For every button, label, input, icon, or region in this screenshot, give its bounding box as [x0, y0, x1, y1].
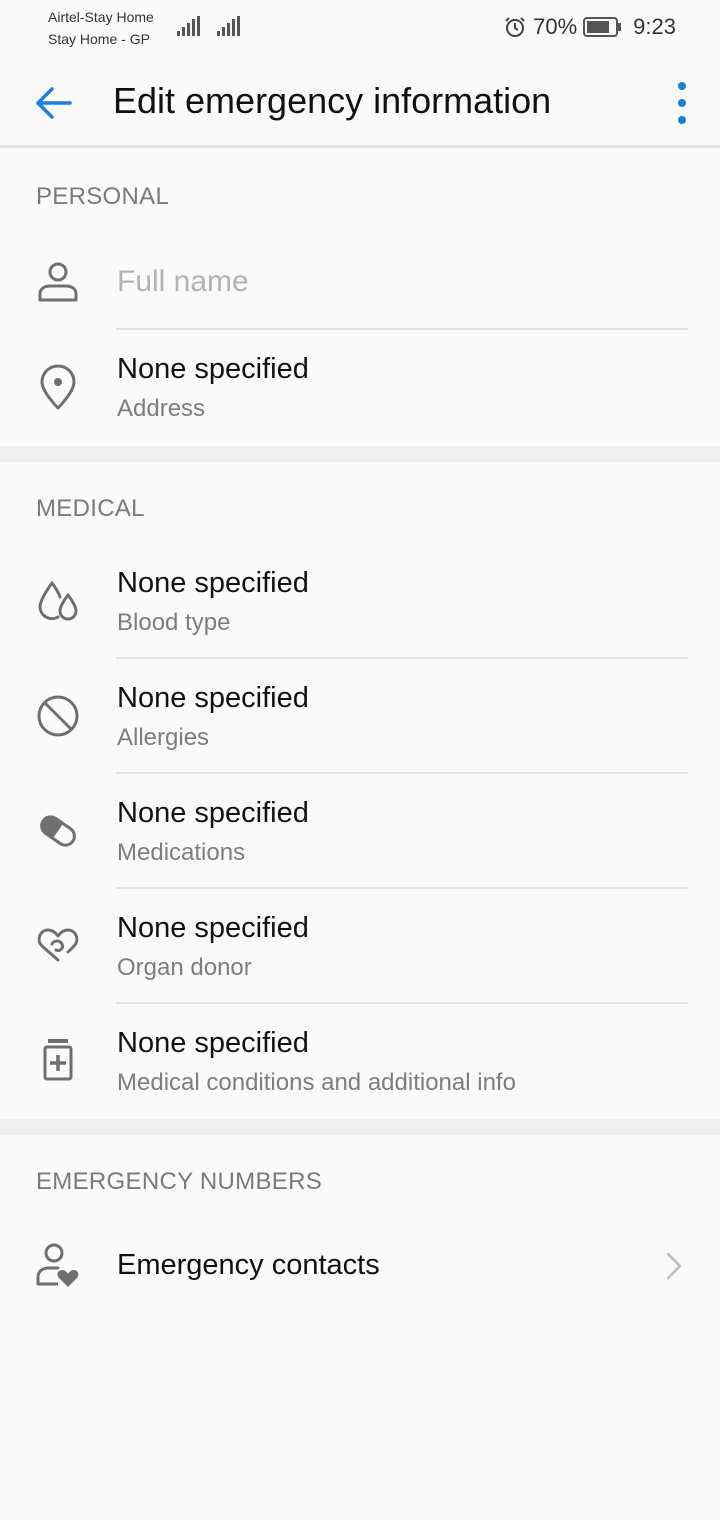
medical-conditions-value: None specified [117, 1027, 309, 1059]
signal-icon [177, 16, 200, 36]
status-bar: Airtel-Stay Home Stay Home - GP 70% 9:23 [0, 0, 720, 56]
medications-value: None specified [117, 797, 309, 829]
blood-type-label: Blood type [117, 609, 231, 636]
chevron-right-icon [666, 1252, 682, 1280]
divider [116, 1002, 688, 1004]
divider [116, 657, 688, 659]
section-header-emergency-numbers: EMERGENCY NUMBERS [36, 1168, 323, 1195]
divider [116, 772, 688, 774]
blood-type-row[interactable]: None specified Blood type [0, 555, 720, 655]
organ-donor-row[interactable]: None specified Organ donor [0, 900, 720, 1000]
medicine-bottle-icon [43, 1039, 73, 1081]
contact-heart-icon [36, 1243, 79, 1287]
battery-icon [583, 17, 622, 37]
allergies-row[interactable]: None specified Allergies [0, 670, 720, 770]
battery-percent: 70% [533, 14, 578, 39]
alarm-icon [505, 17, 525, 37]
arrow-left-icon[interactable] [30, 78, 80, 128]
divider [116, 328, 688, 330]
prohibited-icon [37, 695, 79, 737]
clock-time: 9:23 [633, 14, 676, 39]
heart-hand-icon [37, 928, 79, 962]
person-icon [38, 262, 78, 302]
address-label: Address [117, 395, 206, 422]
emergency-contacts-row[interactable]: Emergency contacts [0, 1225, 720, 1309]
full-name-row[interactable]: Full name [0, 240, 720, 328]
full-name-input[interactable]: Full name [117, 265, 249, 299]
more-vertical-icon[interactable] [670, 78, 694, 128]
location-pin-icon [40, 364, 76, 410]
blood-type-value: None specified [117, 567, 309, 599]
section-separator [0, 1119, 720, 1135]
page-title: Edit emergency information [113, 80, 552, 121]
address-value: None specified [117, 353, 309, 385]
medical-conditions-label: Medical conditions and additional info [117, 1069, 516, 1096]
medications-label: Medications [117, 839, 246, 866]
organ-donor-label: Organ donor [117, 954, 252, 981]
medications-row[interactable]: None specified Medications [0, 785, 720, 885]
section-header-personal: PERSONAL [36, 183, 170, 210]
address-row[interactable]: None specified Address [0, 340, 720, 440]
carrier-name-secondary: Stay Home - GP [48, 31, 150, 47]
signal-icon [217, 16, 240, 36]
app-bar: Edit emergency information [0, 56, 720, 148]
section-header-medical: MEDICAL [36, 495, 145, 522]
pill-icon [40, 815, 76, 847]
medical-conditions-row[interactable]: None specified Medical conditions and ad… [0, 1015, 720, 1115]
carrier-name-primary: Airtel-Stay Home [48, 9, 154, 25]
emergency-contacts-label: Emergency contacts [117, 1249, 380, 1281]
organ-donor-value: None specified [117, 912, 309, 944]
divider [116, 887, 688, 889]
blood-drop-icon [38, 581, 78, 621]
section-separator [0, 446, 720, 462]
allergies-label: Allergies [117, 724, 210, 751]
allergies-value: None specified [117, 682, 309, 714]
